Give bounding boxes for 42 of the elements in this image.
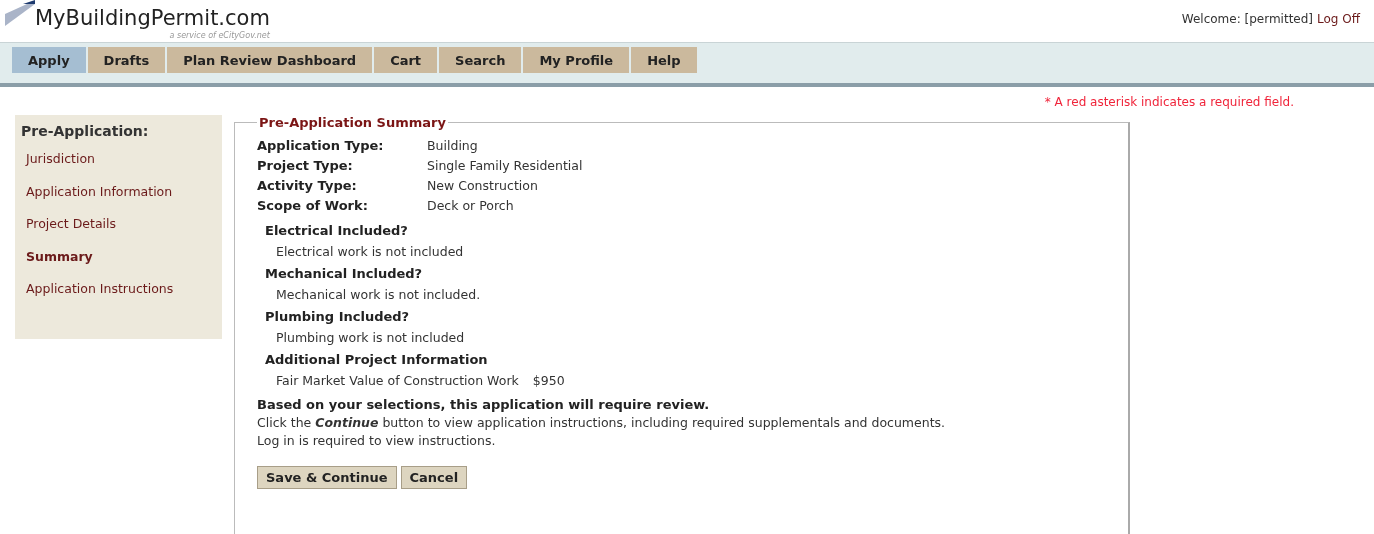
nav-tab[interactable]: Help xyxy=(631,47,697,73)
field-label: Scope of Work: xyxy=(257,198,369,213)
nav-tab[interactable]: Plan Review Dashboard xyxy=(167,47,373,73)
instruction-text: Click the Continue button to view application instructions, including required supplementals and documents. xyxy=(257,415,947,430)
field-value: Building xyxy=(427,138,479,153)
section-heading: Plumbing Included? xyxy=(265,308,410,324)
site-logo[interactable]: MyBuildingPermit.com xyxy=(35,5,270,31)
field-value: Deck or Porch xyxy=(427,198,515,213)
section-text: Plumbing work is not included xyxy=(276,330,465,345)
save-continue-button[interactable]: Save & Continue xyxy=(257,466,397,489)
field-value: Single Family Residential xyxy=(427,158,584,173)
section-heading: Mechanical Included? xyxy=(265,265,423,281)
cancel-button[interactable]: Cancel xyxy=(400,466,468,489)
section-heading: Electrical Included? xyxy=(265,222,408,238)
nav-tab[interactable]: Cart xyxy=(374,47,438,73)
section-text: Electrical work is not included xyxy=(276,244,464,259)
amount-value: $950 xyxy=(532,373,565,388)
field-label: Application Type: xyxy=(257,138,385,153)
sidebar-item[interactable]: Summary xyxy=(15,248,222,281)
section-text: Fair Market Value of Construction Work xyxy=(276,373,519,388)
logoff-link[interactable]: Log Off xyxy=(1317,12,1360,26)
section-text: Mechanical work is not included. xyxy=(276,287,481,302)
field-value: New Construction xyxy=(427,178,539,193)
required-field-note: * A red asterisk indicates a required field. xyxy=(1043,94,1295,111)
review-note: Based on your selections, this application will require review. xyxy=(257,397,711,412)
summary-legend: Pre-Application Summary xyxy=(257,115,448,130)
instruction-text: Log in is required to view instructions. xyxy=(257,433,497,448)
sidebar-item[interactable]: Project Details xyxy=(15,216,222,249)
nav-tab[interactable]: Search xyxy=(439,47,522,73)
sidebar-item[interactable]: Application Information xyxy=(15,183,222,216)
nav-tab[interactable]: Drafts xyxy=(87,47,166,73)
section-heading: Additional Project Information xyxy=(265,351,488,367)
logo-swoosh-icon xyxy=(5,0,35,26)
nav-tab[interactable]: Apply xyxy=(12,47,86,73)
welcome-text: Welcome: [permitted] xyxy=(1181,12,1314,26)
field-label: Project Type: xyxy=(257,158,354,173)
logo-tagline: a service of eCityGov.net xyxy=(169,31,270,40)
sidebar-item[interactable]: Jurisdiction xyxy=(15,151,222,184)
sidebar-item[interactable]: Application Instructions xyxy=(15,281,222,314)
sidebar-title: Pre-Application: xyxy=(20,123,150,141)
field-label: Activity Type: xyxy=(257,178,358,193)
nav-tab[interactable]: My Profile xyxy=(523,47,630,73)
